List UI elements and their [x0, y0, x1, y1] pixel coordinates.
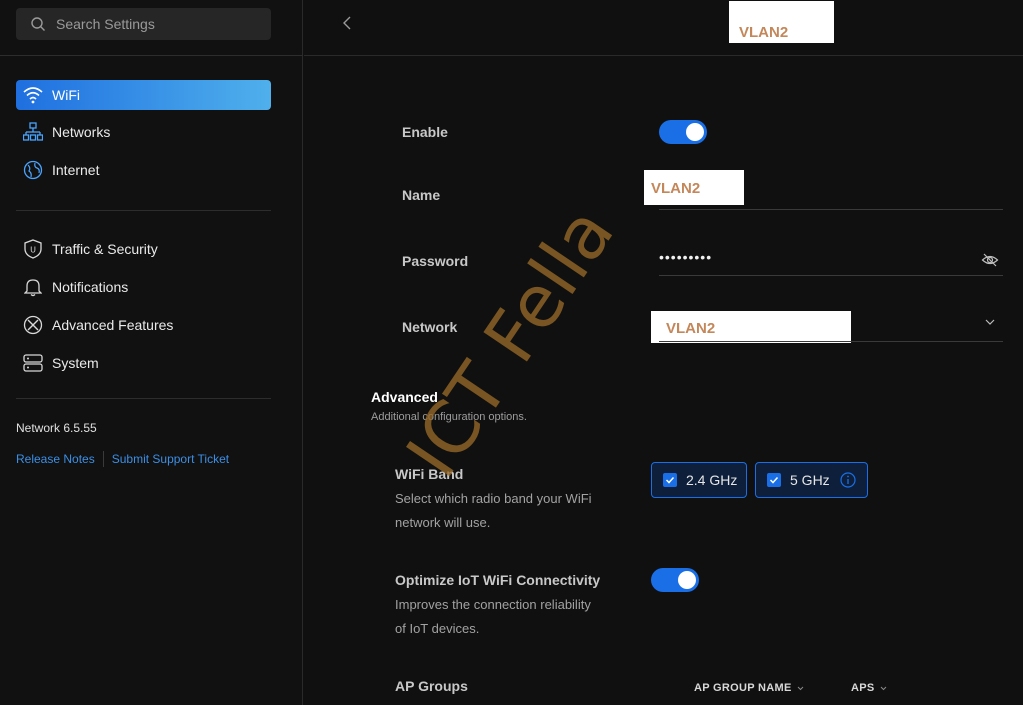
shield-icon: U	[23, 239, 43, 259]
sidebar-item-label: Advanced Features	[52, 317, 174, 333]
network-label: Network	[402, 319, 458, 335]
sidebar: WiFi Networks Internet	[0, 0, 303, 705]
sidebar-item-system[interactable]: System	[16, 348, 271, 378]
svg-text:U: U	[30, 246, 36, 255]
sidebar-links: Release Notes Submit Support Ticket	[16, 451, 229, 467]
sidebar-divider	[16, 210, 271, 211]
sidebar-divider	[16, 398, 271, 399]
checkbox-checked-icon[interactable]	[663, 473, 677, 487]
network-value: VLAN2	[666, 320, 716, 337]
tools-icon	[23, 315, 43, 335]
toggle-knob	[678, 571, 696, 589]
globe-icon	[23, 160, 43, 180]
page-title: VLAN2	[739, 24, 789, 41]
name-label: Name	[402, 187, 441, 203]
ap-groups-label: AP Groups	[395, 678, 468, 694]
chevron-down-icon[interactable]	[984, 317, 996, 327]
support-ticket-link[interactable]: Submit Support Ticket	[112, 452, 229, 466]
iot-description: Improves the connection reliability of I…	[395, 593, 591, 641]
link-separator	[102, 451, 104, 467]
sidebar-item-label: Networks	[52, 124, 111, 140]
sidebar-item-advanced-features[interactable]: Advanced Features	[16, 310, 271, 340]
band-option-5ghz[interactable]: 5 GHz	[755, 462, 868, 498]
checkbox-checked-icon[interactable]	[767, 473, 781, 487]
column-header-label: APS	[851, 682, 875, 694]
sidebar-item-label: Traffic & Security	[52, 241, 158, 257]
network-topology-icon	[23, 122, 43, 142]
column-header-ap-group-name[interactable]: AP GROUP NAME	[694, 682, 804, 694]
name-underline	[659, 209, 1003, 210]
network-underline	[659, 341, 1003, 342]
password-label: Password	[402, 253, 469, 269]
sidebar-item-label: Internet	[52, 162, 100, 178]
search-icon	[31, 17, 45, 31]
enable-toggle[interactable]	[659, 120, 707, 144]
sidebar-item-traffic-security[interactable]: U Traffic & Security	[16, 234, 271, 264]
bell-icon	[23, 277, 43, 297]
enable-label: Enable	[402, 124, 448, 140]
band-option-label: 2.4 GHz	[686, 472, 738, 488]
wifi-icon	[23, 85, 43, 105]
sidebar-item-label: WiFi	[52, 87, 80, 103]
sidebar-item-label: Notifications	[52, 279, 129, 295]
sidebar-item-networks[interactable]: Networks	[16, 117, 271, 147]
watermark: ICT Fella	[390, 192, 630, 492]
iot-desc-line: Improves the connection reliability	[395, 597, 591, 612]
eye-slash-icon[interactable]	[981, 251, 999, 269]
sidebar-item-label: System	[52, 355, 99, 371]
password-underline	[659, 275, 1003, 276]
network-select[interactable]: VLAN2	[651, 311, 851, 343]
sidebar-header-divider	[0, 55, 303, 56]
iot-toggle[interactable]	[651, 568, 699, 592]
iot-label: Optimize IoT WiFi Connectivity	[395, 572, 601, 588]
release-notes-link[interactable]: Release Notes	[16, 452, 95, 466]
page-title-box: VLAN2	[729, 1, 834, 43]
toggle-knob	[686, 123, 704, 141]
password-input[interactable]: •••••••••	[659, 249, 712, 265]
sort-chevron-icon	[797, 686, 803, 691]
chevron-left-icon[interactable]	[340, 14, 354, 32]
header-divider	[304, 55, 1023, 56]
sidebar-item-notifications[interactable]: Notifications	[16, 272, 271, 302]
column-header-aps[interactable]: APS	[851, 682, 887, 694]
column-header-label: AP GROUP NAME	[694, 682, 792, 694]
band-option-label: 5 GHz	[790, 472, 830, 488]
server-icon	[23, 353, 43, 373]
app-version: Network 6.5.55	[16, 421, 97, 435]
info-icon[interactable]	[840, 472, 856, 488]
iot-desc-line: of IoT devices.	[395, 621, 480, 636]
sort-chevron-icon	[880, 686, 886, 691]
search-box[interactable]	[16, 8, 271, 40]
sidebar-item-internet[interactable]: Internet	[16, 155, 271, 185]
band-option-2-4ghz[interactable]: 2.4 GHz	[651, 462, 747, 498]
search-input[interactable]	[56, 8, 261, 40]
sidebar-item-wifi[interactable]: WiFi	[16, 80, 271, 110]
name-input[interactable]: VLAN2	[644, 170, 744, 205]
